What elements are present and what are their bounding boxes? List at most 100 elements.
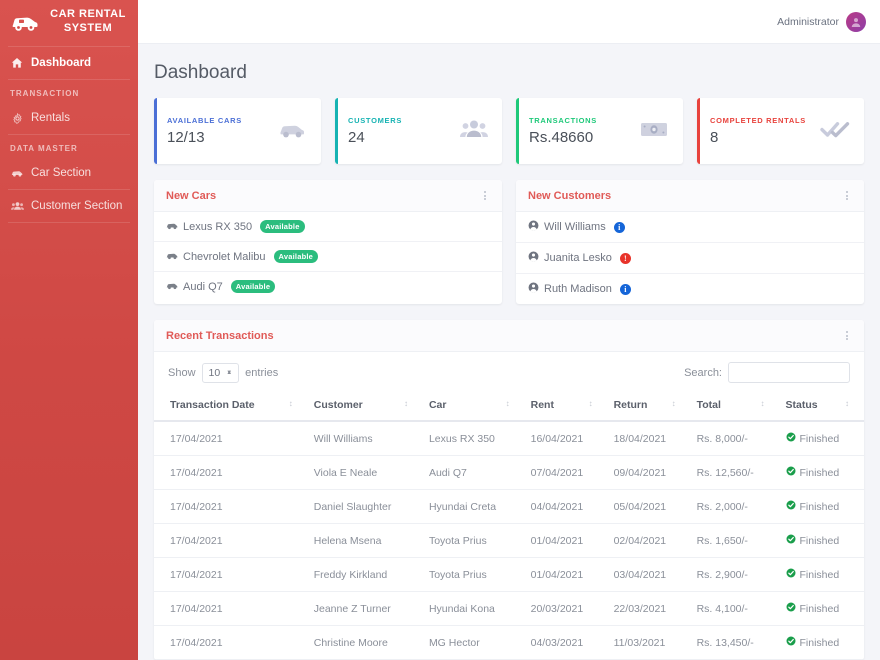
table-header: Transaction Date ↕ Customer ↕ Car ↕ Rent ↕ R… [154, 389, 864, 422]
stat-card-customers[interactable]: CUSTOMERS 24 [335, 98, 502, 164]
cell-customer: Will Williams [307, 421, 423, 456]
status-label: Finished [799, 432, 840, 445]
stat-card-available-cars[interactable]: AVAILABLE CARS 12/13 [154, 98, 321, 164]
status-badge: Available [260, 220, 305, 233]
check-circle-icon [786, 466, 796, 479]
search-control: Search: [684, 362, 850, 383]
table-row[interactable]: 17/04/2021 Helena Msena Toyota Prius 01/… [154, 523, 864, 558]
more-vertical-icon[interactable] [842, 329, 852, 342]
sidebar-divider [8, 222, 130, 223]
check-circle-icon [786, 568, 796, 581]
sort-icon: ↕ [845, 399, 849, 408]
column-label: Total [696, 399, 721, 411]
sort-icon: ↕ [288, 399, 293, 408]
table-body: 17/04/2021 Will Williams Lexus RX 350 16… [154, 421, 864, 660]
check-circle-icon [786, 432, 796, 445]
sidebar-item-label: Dashboard [31, 57, 92, 69]
stat-cards: AVAILABLE CARS 12/13 CUSTOMERS 24 TRANSA… [154, 98, 864, 164]
panel-header: Recent Transactions [154, 320, 864, 352]
cell-date: 17/04/2021 [154, 523, 308, 558]
cell-customer: Christine Moore [307, 625, 423, 660]
list-item[interactable]: Audi Q7 Available [154, 272, 502, 301]
cell-date: 17/04/2021 [154, 591, 308, 626]
stat-card-transactions[interactable]: TRANSACTIONS Rs.48660 [516, 98, 683, 164]
avatar[interactable] [846, 11, 866, 32]
stat-label: CUSTOMERS [348, 116, 403, 125]
cell-car: Hyundai Kona [422, 591, 525, 626]
table-row[interactable]: 17/04/2021 Will Williams Lexus RX 350 16… [154, 421, 864, 456]
list-item[interactable]: Chevrolet Malibu Available [154, 242, 502, 272]
sidebar-section-data-master: DATA MASTER [10, 144, 78, 153]
more-vertical-icon[interactable] [842, 189, 852, 202]
column-label: Transaction Date [170, 399, 255, 411]
column-header-transaction-date[interactable]: Transaction Date ↕ [154, 389, 308, 422]
transactions-table: Transaction Date ↕ Customer ↕ Car ↕ Rent ↕ R… [154, 389, 864, 660]
cell-total: Rs. 2,000/- [690, 489, 780, 524]
column-header-return[interactable]: Return ↕ [607, 389, 691, 422]
column-header-status[interactable]: Status ↕ [779, 389, 864, 422]
list-item[interactable]: Ruth Madison i [516, 274, 864, 304]
cell-date: 17/04/2021 [154, 557, 308, 592]
cell-total: Rs. 2,900/- [690, 557, 780, 592]
sidebar-item-customer-section[interactable]: Customer Section [0, 190, 138, 222]
gear-icon [10, 112, 24, 124]
stat-card-completed-rentals[interactable]: COMPLETED RENTALS 8 [697, 98, 864, 164]
double-check-icon [820, 119, 850, 144]
cell-customer: Helena Msena [307, 523, 423, 558]
users-icon [10, 201, 24, 211]
cell-status: Finished [779, 421, 864, 456]
column-label: Status [785, 399, 818, 411]
stat-label: COMPLETED RENTALS [710, 116, 806, 125]
search-input[interactable] [728, 362, 850, 383]
table-row[interactable]: 17/04/2021 Christine Moore MG Hector 04/… [154, 625, 864, 660]
cell-status: Finished [779, 591, 864, 626]
list-item[interactable]: Juanita Lesko ! [516, 243, 864, 274]
more-vertical-icon[interactable] [480, 189, 490, 202]
car-icon [10, 12, 40, 32]
cell-date: 17/04/2021 [154, 625, 308, 660]
table-row[interactable]: 17/04/2021 Jeanne Z Turner Hyundai Kona … [154, 591, 864, 626]
table-row[interactable]: 17/04/2021 Freddy Kirkland Toyota Prius … [154, 557, 864, 592]
stat-label: TRANSACTIONS [529, 116, 597, 125]
column-header-rent[interactable]: Rent ↕ [524, 389, 608, 422]
brand-logo[interactable]: CAR RENTAL SYSTEM [0, 0, 138, 46]
cell-car: Lexus RX 350 [422, 421, 525, 456]
list-item[interactable]: Lexus RX 350 Available [154, 212, 502, 242]
cell-car: MG Hector [422, 625, 525, 660]
car-icon [166, 281, 178, 293]
panel-title: New Customers [528, 189, 612, 202]
column-label: Car [428, 399, 447, 411]
status-label: Finished [799, 534, 840, 547]
cell-customer: Viola E Neale [307, 455, 423, 490]
panel-header: New Customers [516, 180, 864, 212]
column-header-car[interactable]: Car ↕ [422, 389, 525, 422]
check-circle-icon [786, 534, 796, 547]
cell-date: 17/04/2021 [154, 489, 308, 524]
sidebar-item-dashboard[interactable]: Dashboard [0, 47, 138, 79]
status-label: Finished [799, 636, 840, 649]
user-icon [528, 282, 539, 296]
info-badge-icon: i [613, 221, 625, 233]
car-name: Chevrolet Malibu [183, 250, 266, 263]
column-header-customer[interactable]: Customer ↕ [307, 389, 423, 422]
cell-return: 11/03/2021 [607, 625, 691, 660]
sort-icon: ↕ [505, 399, 510, 408]
sidebar-item-rentals[interactable]: Rentals [0, 102, 138, 134]
table-row[interactable]: 17/04/2021 Daniel Slaughter Hyundai Cret… [154, 489, 864, 524]
table-row[interactable]: 17/04/2021 Viola E Neale Audi Q7 07/04/2… [154, 455, 864, 490]
cell-status: Finished [779, 455, 864, 490]
list-item[interactable]: Will Williams i [516, 212, 864, 243]
cell-date: 17/04/2021 [154, 455, 308, 490]
sidebar-item-car-section[interactable]: Car Section [0, 157, 138, 189]
app-root: CAR RENTAL SYSTEM Dashboard TRANSACTION … [0, 0, 880, 660]
cell-car: Hyundai Creta [422, 489, 525, 524]
cell-rent: 07/04/2021 [524, 455, 608, 490]
user-menu[interactable]: Administrator [777, 11, 866, 32]
page-title: Dashboard [154, 62, 247, 83]
info-badge-icon: i [619, 283, 631, 295]
status-label: Finished [799, 568, 840, 581]
page-size-select[interactable]: 10 ▲ ▼ [201, 362, 240, 383]
search-label: Search: [684, 366, 722, 379]
brand-title: CAR RENTAL SYSTEM [50, 8, 126, 34]
column-header-total[interactable]: Total ↕ [690, 389, 780, 422]
